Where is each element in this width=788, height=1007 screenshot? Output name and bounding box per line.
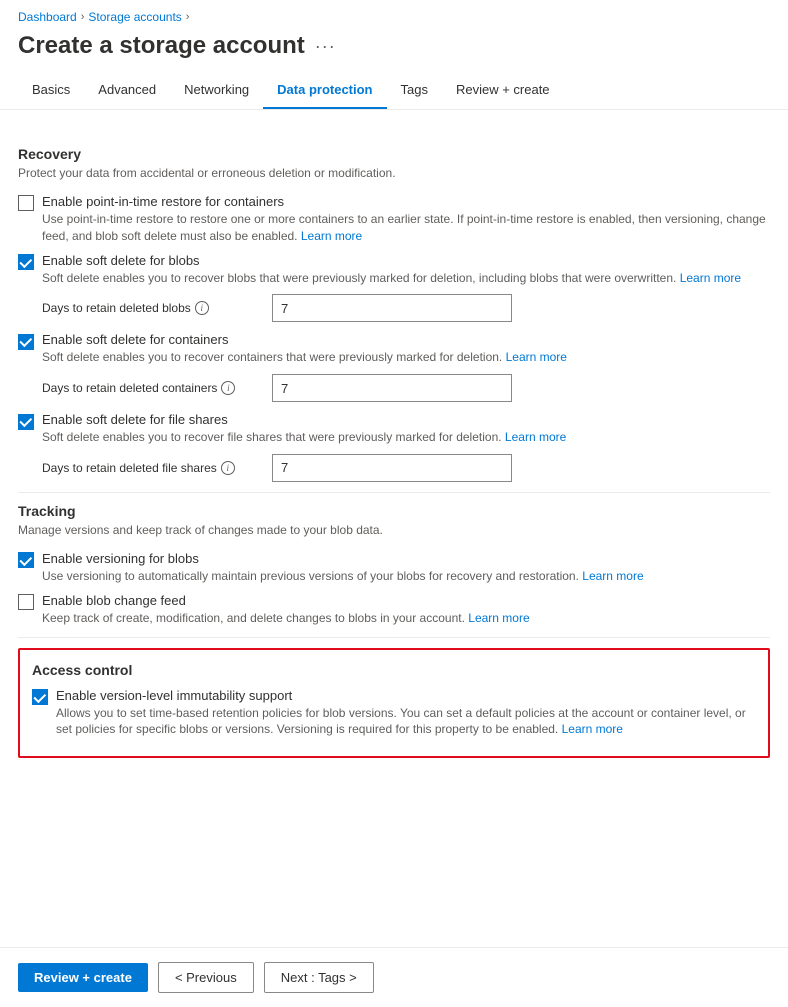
access-control-box: Access control Enable version-level immu… [18, 648, 770, 759]
previous-button[interactable]: < Previous [158, 962, 254, 993]
page-title: Create a storage account [18, 32, 305, 60]
checkbox-soft-delete-containers-label: Enable soft delete for containers [42, 332, 228, 347]
checkbox-group-soft-delete-containers: Enable soft delete for containers Soft d… [18, 332, 770, 402]
page-title-row: Create a storage account ··· [0, 28, 788, 74]
checkbox-row-blob-change-feed: Enable blob change feed Keep track of cr… [18, 593, 770, 627]
access-control-title: Access control [32, 662, 756, 678]
checkbox-row-point-in-time: Enable point-in-time restore for contain… [18, 194, 770, 245]
checkbox-row-immutability: Enable version-level immutability suppor… [32, 688, 756, 739]
tab-data-protection[interactable]: Data protection [263, 74, 386, 109]
field-row-retain-blobs: Days to retain deleted blobs i [42, 294, 770, 322]
checkbox-blob-change-feed-desc: Keep track of create, modification, and … [42, 610, 770, 627]
checkbox-group-point-in-time: Enable point-in-time restore for contain… [18, 194, 770, 245]
breadcrumb-dashboard[interactable]: Dashboard [18, 10, 77, 24]
bottom-bar: Review + create < Previous Next : Tags > [0, 947, 788, 1007]
tab-networking[interactable]: Networking [170, 74, 263, 109]
checkbox-soft-delete-blobs-label: Enable soft delete for blobs [42, 253, 200, 268]
main-content: Recovery Protect your data from accident… [0, 110, 788, 758]
checkbox-group-soft-delete-file-shares: Enable soft delete for file shares Soft … [18, 412, 770, 482]
checkbox-point-in-time[interactable] [18, 195, 34, 211]
soft-delete-file-shares-learn-more[interactable]: Learn more [505, 430, 566, 444]
point-in-time-learn-more[interactable]: Learn more [301, 229, 362, 243]
checkbox-row-soft-delete-file-shares: Enable soft delete for file shares Soft … [18, 412, 770, 446]
checkbox-point-in-time-label: Enable point-in-time restore for contain… [42, 194, 284, 209]
recovery-section: Recovery Protect your data from accident… [18, 146, 770, 482]
divider-1 [18, 492, 770, 493]
checkbox-soft-delete-file-shares-label: Enable soft delete for file shares [42, 412, 228, 427]
immutability-learn-more[interactable]: Learn more [562, 722, 623, 736]
divider-2 [18, 637, 770, 638]
checkbox-row-versioning: Enable versioning for blobs Use versioni… [18, 551, 770, 585]
tab-bar: Basics Advanced Networking Data protecti… [0, 74, 788, 110]
next-button[interactable]: Next : Tags > [264, 962, 374, 993]
versioning-learn-more[interactable]: Learn more [582, 569, 643, 583]
tracking-title: Tracking [18, 503, 770, 519]
access-control-section: Access control Enable version-level immu… [18, 648, 770, 759]
tab-basics[interactable]: Basics [18, 74, 84, 109]
checkbox-versioning-label: Enable versioning for blobs [42, 551, 199, 566]
recovery-title: Recovery [18, 146, 770, 162]
soft-delete-blobs-learn-more[interactable]: Learn more [680, 271, 741, 285]
breadcrumb-storage-accounts[interactable]: Storage accounts [88, 10, 181, 24]
breadcrumb-chevron2: › [186, 11, 190, 23]
checkbox-immutability[interactable] [32, 689, 48, 705]
retain-containers-input[interactable] [272, 374, 512, 402]
retain-file-shares-label: Days to retain deleted file shares i [42, 461, 262, 475]
tracking-desc: Manage versions and keep track of change… [18, 523, 770, 537]
checkbox-soft-delete-containers[interactable] [18, 334, 34, 350]
checkbox-blob-change-feed-label: Enable blob change feed [42, 593, 186, 608]
checkbox-soft-delete-file-shares-desc: Soft delete enables you to recover file … [42, 429, 770, 446]
checkbox-blob-change-feed[interactable] [18, 594, 34, 610]
checkbox-group-immutability: Enable version-level immutability suppor… [32, 688, 756, 739]
tab-review-create[interactable]: Review + create [442, 74, 564, 109]
tab-advanced[interactable]: Advanced [84, 74, 170, 109]
checkbox-group-versioning: Enable versioning for blobs Use versioni… [18, 551, 770, 585]
checkbox-row-soft-delete-containers: Enable soft delete for containers Soft d… [18, 332, 770, 366]
soft-delete-containers-learn-more[interactable]: Learn more [506, 350, 567, 364]
checkbox-soft-delete-blobs-desc: Soft delete enables you to recover blobs… [42, 270, 770, 287]
retain-containers-info-icon[interactable]: i [221, 381, 235, 395]
checkbox-group-soft-delete-blobs: Enable soft delete for blobs Soft delete… [18, 253, 770, 323]
review-create-button[interactable]: Review + create [18, 963, 148, 992]
checkbox-soft-delete-containers-desc: Soft delete enables you to recover conta… [42, 349, 770, 366]
tab-tags[interactable]: Tags [387, 74, 442, 109]
checkbox-row-soft-delete-blobs: Enable soft delete for blobs Soft delete… [18, 253, 770, 287]
checkbox-immutability-label: Enable version-level immutability suppor… [56, 688, 292, 703]
checkbox-versioning[interactable] [18, 552, 34, 568]
checkbox-point-in-time-desc: Use point-in-time restore to restore one… [42, 211, 770, 245]
checkbox-group-blob-change-feed: Enable blob change feed Keep track of cr… [18, 593, 770, 627]
retain-file-shares-info-icon[interactable]: i [221, 461, 235, 475]
breadcrumb: Dashboard › Storage accounts › [0, 0, 788, 28]
retain-blobs-input[interactable] [272, 294, 512, 322]
checkbox-immutability-desc: Allows you to set time-based retention p… [56, 705, 756, 739]
retain-file-shares-input[interactable] [272, 454, 512, 482]
recovery-desc: Protect your data from accidental or err… [18, 166, 770, 180]
blob-change-feed-learn-more[interactable]: Learn more [468, 611, 529, 625]
breadcrumb-chevron1: › [81, 11, 85, 23]
page-title-menu-icon[interactable]: ··· [315, 36, 336, 57]
retain-containers-label: Days to retain deleted containers i [42, 381, 262, 395]
tracking-section: Tracking Manage versions and keep track … [18, 503, 770, 627]
retain-blobs-label: Days to retain deleted blobs i [42, 301, 262, 315]
checkbox-soft-delete-blobs[interactable] [18, 254, 34, 270]
retain-blobs-info-icon[interactable]: i [195, 301, 209, 315]
checkbox-versioning-desc: Use versioning to automatically maintain… [42, 568, 770, 585]
checkbox-soft-delete-file-shares[interactable] [18, 414, 34, 430]
field-row-retain-containers: Days to retain deleted containers i [42, 374, 770, 402]
field-row-retain-file-shares: Days to retain deleted file shares i [42, 454, 770, 482]
